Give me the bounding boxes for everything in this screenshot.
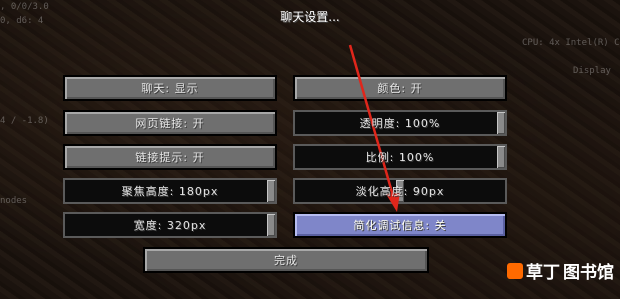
watermark-text: 草丁 (526, 263, 560, 283)
slider-label: 透明度: 100% (359, 117, 441, 130)
slider-label: 聚焦高度: 180px (121, 185, 219, 198)
annotation-arrow-icon (348, 44, 400, 212)
watermark: 草丁 图书馆 (507, 258, 614, 283)
slider-label: 比例: 100% (365, 151, 435, 164)
watermark-text: 图书馆 (563, 263, 614, 283)
watermark-logo-icon (507, 262, 523, 279)
slider-label: 淡化高度: 90px (355, 185, 445, 198)
slider-label: 宽度: 320px (133, 219, 207, 232)
